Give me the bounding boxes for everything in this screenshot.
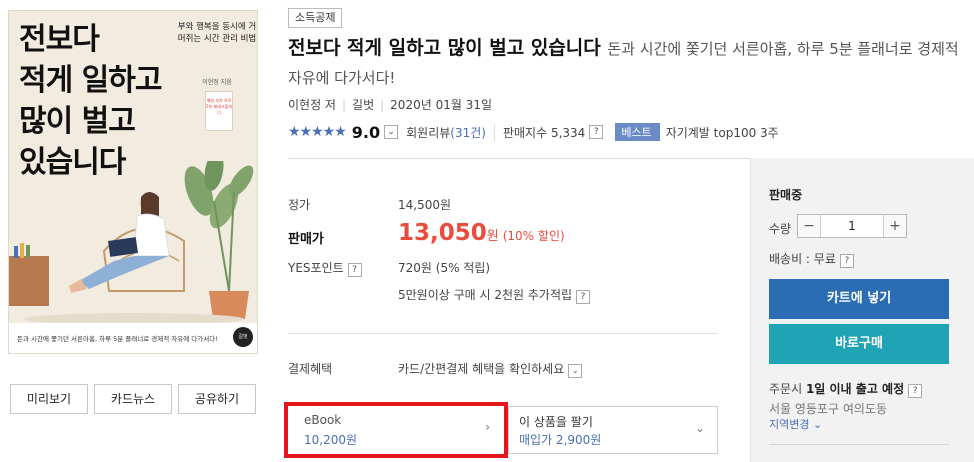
delivery-prefix: 주문시	[769, 382, 803, 396]
cover-title: 전보다 적게 일하고 많이 벌고 있습니다	[19, 19, 179, 183]
cover-title-line: 전보다	[19, 22, 100, 57]
delivery-estimate-text: 1일 이내 출고 예정	[805, 382, 905, 396]
sale-status: 판매중	[769, 188, 803, 202]
cardnews-button[interactable]: 카드뉴스	[94, 384, 172, 414]
cover-author: 이현정 지음	[202, 79, 232, 86]
help-icon[interactable]: ?	[908, 384, 923, 398]
publisher-link[interactable]: 길벗	[352, 98, 374, 112]
payment-benefit-label: 결제혜택	[288, 362, 333, 376]
payment-benefit-dropdown[interactable]: 카드/간편결제 혜택을 확인하세요 ⌄	[398, 360, 583, 378]
region-change-text: 지역변경	[769, 418, 810, 431]
ebook-option[interactable]: eBook 10,200원 ›	[284, 402, 508, 458]
product-title: 전보다 적게 일하고 많이 벌고 있습니다 돈과 시간에 쫓기던 서른아홉, 하…	[288, 34, 968, 92]
product-meta: 이현정 저 | 길벗 | 2020년 01월 31일	[288, 98, 492, 112]
buyback-price: 매입가 2,900원	[519, 433, 602, 447]
buy-now-button[interactable]: 바로구매	[769, 324, 949, 364]
region-change-link[interactable]: 지역변경 ⌄	[769, 416, 822, 432]
quantity-increase-button[interactable]: +	[884, 215, 906, 237]
quantity-input[interactable]: 1	[820, 215, 884, 237]
sell-item-label: 이 상품을 팔기	[519, 415, 593, 429]
cover-illustration	[9, 151, 257, 326]
list-price-value: 14,500원	[398, 198, 452, 212]
help-icon[interactable]: ?	[839, 254, 854, 268]
sale-price-value: 13,050	[398, 220, 487, 246]
share-button[interactable]: 공유하기	[178, 384, 256, 414]
product-title-main: 전보다 적게 일하고 많이 벌고 있습니다	[288, 37, 601, 59]
yes-point-label-text: YES포인트	[288, 261, 344, 275]
chevron-down-icon[interactable]: ⌄	[568, 364, 583, 378]
list-price-label: 정가	[288, 198, 311, 212]
sale-price: 13,050원 (10% 할인)	[398, 220, 565, 246]
divider	[769, 444, 949, 445]
ebook-label: eBook	[304, 413, 342, 427]
cover-tagline: 돈과 시간에 쫓기던 서른아홉, 하루 5분 플래너로 경제적 자유에 다가서다…	[17, 335, 218, 343]
delivery-estimate: 주문시 1일 이내 출고 예정?	[769, 380, 923, 398]
quantity-label: 수량	[769, 222, 792, 236]
cover-title-line: 많이 벌고	[19, 104, 136, 139]
divider	[288, 333, 718, 334]
review-label: 회원리뷰	[406, 125, 451, 140]
preview-button[interactable]: 미리보기	[10, 384, 88, 414]
sales-index: 판매지수 5,334	[493, 123, 585, 141]
review-count: (31건)	[450, 125, 486, 140]
purchase-panel: 판매중 수량 − 1 + 배송비 : 무료? 카트에 넣기 바로구매 주문시 1…	[750, 158, 974, 462]
sale-price-unit: 원	[486, 229, 499, 244]
chevron-down-icon[interactable]: ⌄	[384, 125, 399, 139]
cover-title-line: 있습니다	[19, 145, 126, 180]
quantity-decrease-button[interactable]: −	[798, 215, 820, 237]
chevron-right-icon: ›	[485, 420, 490, 434]
yes-point-value: 720원 (5% 적립)	[398, 261, 491, 275]
star-rating-icon: ★★★★★	[288, 124, 347, 140]
help-icon[interactable]: ?	[589, 125, 604, 139]
payment-benefit-text: 카드/간편결제 혜택을 확인하세요	[398, 362, 565, 376]
book-cover-image[interactable]: 전보다 적게 일하고 많이 벌고 있습니다 부와 행복을 동시에 거머쥐는 시간…	[8, 10, 258, 354]
rating-row: ★★★★★ 9.0 ⌄ 회원리뷰(31건) 판매지수 5,334 ? 베스트 자…	[288, 122, 779, 142]
cover-title-line: 적게 일하고	[19, 63, 162, 98]
chevron-down-icon: ⌄	[694, 421, 705, 435]
shipping-fee-text: 배송비 : 무료	[769, 252, 836, 266]
help-icon[interactable]: ?	[576, 290, 591, 304]
divider	[288, 158, 750, 159]
author-link[interactable]: 이현정 저	[288, 98, 336, 112]
review-link[interactable]: 회원리뷰(31건)	[406, 124, 486, 141]
add-to-cart-button[interactable]: 카트에 넣기	[769, 279, 949, 319]
help-icon[interactable]: ?	[347, 263, 362, 277]
extra-point-text: 5만원이상 구매 시 2천원 추가적립	[398, 288, 573, 302]
best-badge: 베스트	[615, 123, 660, 141]
sell-item-dropdown[interactable]: 이 상품을 팔기 매입가 2,900원 ⌄	[508, 406, 718, 454]
quantity-stepper: − 1 +	[797, 214, 907, 238]
rating-score: 9.0	[351, 122, 381, 142]
category-badge: 소득공제	[288, 8, 343, 28]
sale-price-label: 판매가	[288, 232, 324, 247]
shipping-fee: 배송비 : 무료?	[769, 250, 854, 268]
ebook-price: 10,200원	[304, 433, 358, 447]
cover-subtitle: 부와 행복을 동시에 거머쥐는 시간 관리 비법	[177, 22, 257, 44]
publisher-logo: 길벗	[233, 327, 253, 347]
cover-sticker: 매일 부자 하루 5분 재테크플래너	[205, 91, 233, 131]
delivery-address: 서울 영등포구 여의도동	[769, 402, 888, 416]
extra-point-info: 5만원이상 구매 시 2천원 추가적립?	[398, 286, 591, 304]
discount-rate: (10% 할인)	[502, 229, 565, 243]
publish-date: 2020년 01월 31일	[390, 98, 492, 112]
yes-point-label: YES포인트?	[288, 259, 362, 277]
chevron-down-icon: ⌄	[809, 418, 823, 431]
best-ranking-link[interactable]: 자기계발 top100 3주	[666, 124, 779, 141]
